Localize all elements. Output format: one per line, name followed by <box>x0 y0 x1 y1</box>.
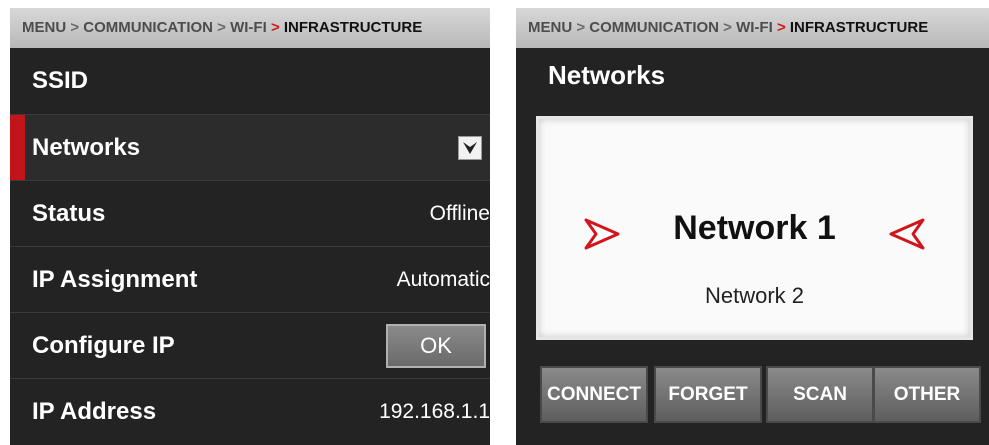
breadcrumb-separator: > <box>723 19 732 36</box>
menu-row-configure-ip[interactable]: Configure IP OK <box>10 312 490 378</box>
chevron-down-icon[interactable] <box>458 136 482 160</box>
breadcrumb-separator-active: > <box>270 19 280 36</box>
breadcrumb-current: INFRASTRUCTURE <box>789 19 929 36</box>
breadcrumb-separator-active: > <box>776 19 786 36</box>
row-label: Configure IP <box>32 332 175 359</box>
breadcrumb-wifi[interactable]: WI-FI <box>736 19 773 36</box>
breadcrumb-separator: > <box>576 19 586 36</box>
infrastructure-menu-panel: MENU > COMMUNICATION > WI-FI > INFRASTRU… <box>10 8 490 445</box>
other-button[interactable]: OTHER <box>873 366 981 423</box>
menu-row-ip-assignment[interactable]: IP Assignment Automatic <box>10 246 490 312</box>
breadcrumb-communication[interactable]: COMMUNICATION <box>83 19 213 36</box>
menu-row-ssid[interactable]: SSID <box>10 48 490 114</box>
row-label: Status <box>32 200 106 227</box>
arrow-left-icon <box>888 217 926 256</box>
row-label: IP Assignment <box>32 266 198 293</box>
breadcrumb: MENU > COMMUNICATION > WI-FI > INFRASTRU… <box>516 8 989 48</box>
breadcrumb-menu[interactable]: MENU <box>528 19 572 36</box>
menu-row-ip-address[interactable]: IP Address 192.168.1.1 <box>10 378 490 444</box>
breadcrumb-menu[interactable]: MENU <box>22 19 66 36</box>
menu-row-networks[interactable]: Networks <box>10 114 490 180</box>
ok-button[interactable]: OK <box>386 324 486 368</box>
connect-button[interactable]: CONNECT <box>540 366 648 423</box>
breadcrumb-separator: > <box>70 19 80 36</box>
breadcrumb-wifi[interactable]: WI-FI <box>230 19 267 36</box>
row-label: IP Address <box>32 398 157 425</box>
ip-assignment-value: Automatic <box>396 268 490 291</box>
row-label: Networks <box>32 134 141 161</box>
forget-button[interactable]: FORGET <box>654 366 762 423</box>
networks-selector-panel: MENU > COMMUNICATION > WI-FI > INFRASTRU… <box>516 8 989 445</box>
status-value: Offline <box>429 202 490 225</box>
network-option[interactable]: Network 2 <box>539 283 970 309</box>
scan-button[interactable]: SCAN <box>766 366 874 423</box>
page-title: Networks <box>548 60 666 90</box>
network-picker[interactable]: Network 1 Network 2 <box>536 116 973 340</box>
breadcrumb-communication[interactable]: COMMUNICATION <box>589 19 719 36</box>
row-label: SSID <box>32 67 89 94</box>
breadcrumb-separator: > <box>217 19 226 36</box>
menu-row-status[interactable]: Status Offline <box>10 180 490 246</box>
breadcrumb: MENU > COMMUNICATION > WI-FI > INFRASTRU… <box>10 8 490 48</box>
selection-marker <box>10 115 25 180</box>
breadcrumb-current: INFRASTRUCTURE <box>283 19 423 36</box>
ip-address-value: 192.168.1.1 <box>379 400 490 423</box>
